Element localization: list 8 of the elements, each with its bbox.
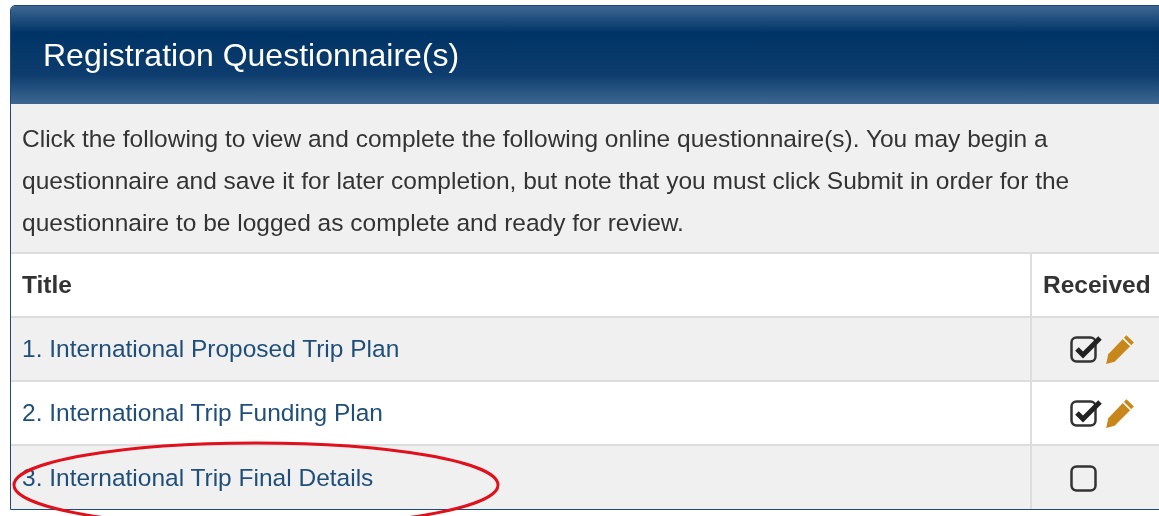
intro-text: Click the following to view and complete the following online questionnaire(s). You may begin a questionnaire and save it for later completion, but note that you must click Submit in order for the questionnaire to be logged as complete and ready for review. bbox=[11, 104, 1159, 252]
column-header: Title bbox=[11, 253, 1031, 317]
questionnaire-link[interactable]: 1. International Proposed Trip Plan bbox=[22, 335, 400, 362]
panel-title: Registration Questionnaire(s) bbox=[43, 36, 460, 74]
questionnaire-link[interactable]: 2. International Trip Funding Plan bbox=[22, 399, 383, 426]
pencil-icon[interactable] bbox=[1104, 333, 1136, 365]
column-header: Received bbox=[1031, 253, 1159, 317]
pencil-icon[interactable] bbox=[1104, 397, 1136, 429]
